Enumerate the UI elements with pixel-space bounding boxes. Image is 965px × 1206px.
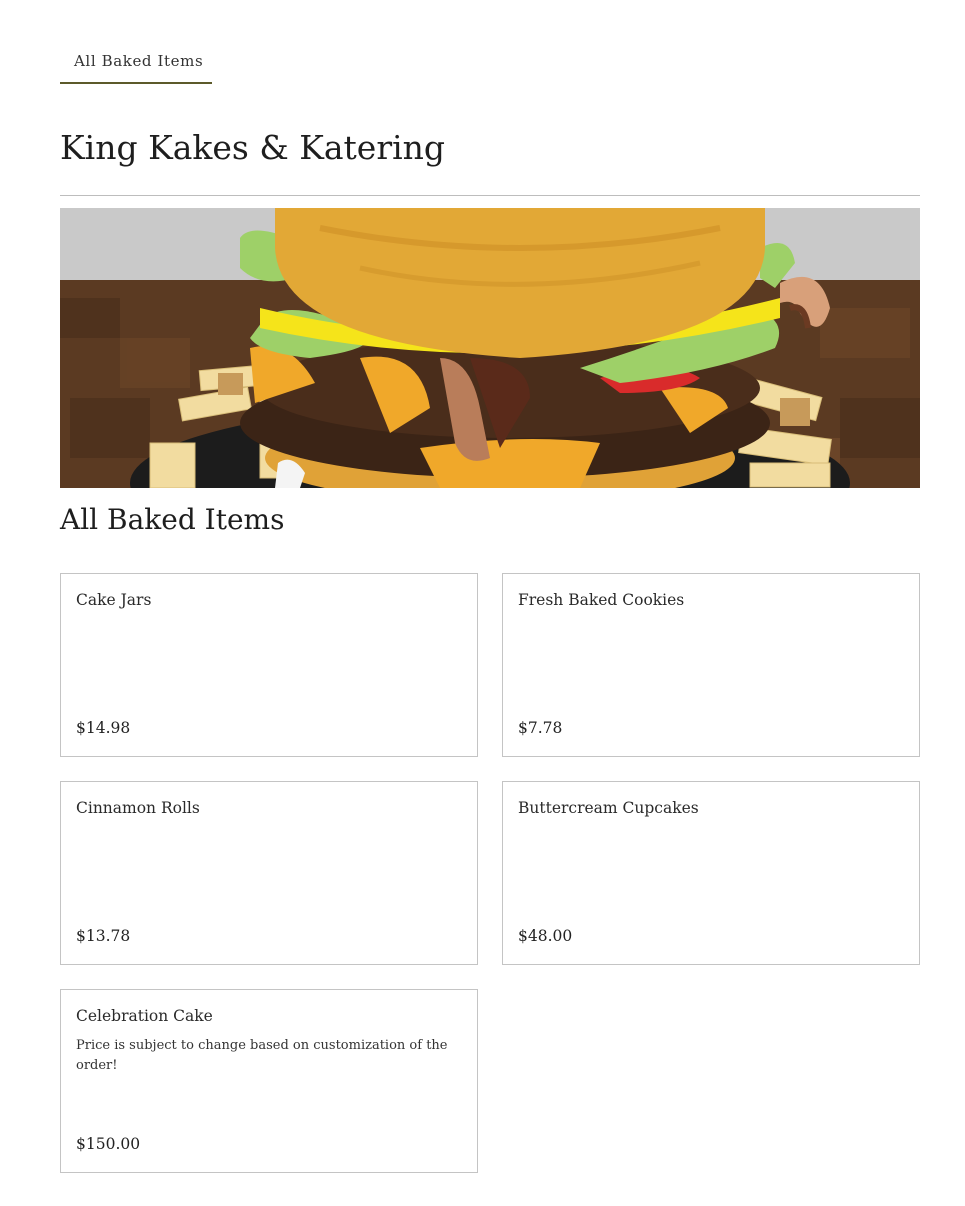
hero-image xyxy=(60,208,920,488)
product-name: Celebration Cake xyxy=(76,1007,213,1025)
burger-cake-photo xyxy=(60,208,920,488)
product-price: $150.00 xyxy=(76,1135,141,1153)
product-price: $13.78 xyxy=(76,927,131,945)
tab-label: All Baked Items xyxy=(74,52,204,70)
product-card[interactable]: Buttercream Cupcakes $48.00 xyxy=(502,781,920,965)
section-title: All Baked Items xyxy=(60,503,285,536)
title-divider xyxy=(60,195,920,196)
product-card[interactable]: Fresh Baked Cookies $7.78 xyxy=(502,573,920,757)
product-name: Cake Jars xyxy=(76,591,152,609)
category-tabs: All Baked Items xyxy=(60,40,920,84)
product-name: Cinnamon Rolls xyxy=(76,799,200,817)
product-card[interactable]: Celebration Cake Price is subject to cha… xyxy=(60,989,478,1173)
product-description: Price is subject to change based on cust… xyxy=(76,1038,448,1073)
product-name: Buttercream Cupcakes xyxy=(518,799,699,817)
product-name: Fresh Baked Cookies xyxy=(518,591,685,609)
product-card[interactable]: Cinnamon Rolls $13.78 xyxy=(60,781,478,965)
page-title: King Kakes & Katering xyxy=(60,128,446,167)
tab-all-baked-items[interactable]: All Baked Items xyxy=(60,40,212,84)
product-price: $14.98 xyxy=(76,719,131,737)
product-price: $7.78 xyxy=(518,719,563,737)
product-card[interactable]: Cake Jars $14.98 xyxy=(60,573,478,757)
product-price: $48.00 xyxy=(518,927,573,945)
